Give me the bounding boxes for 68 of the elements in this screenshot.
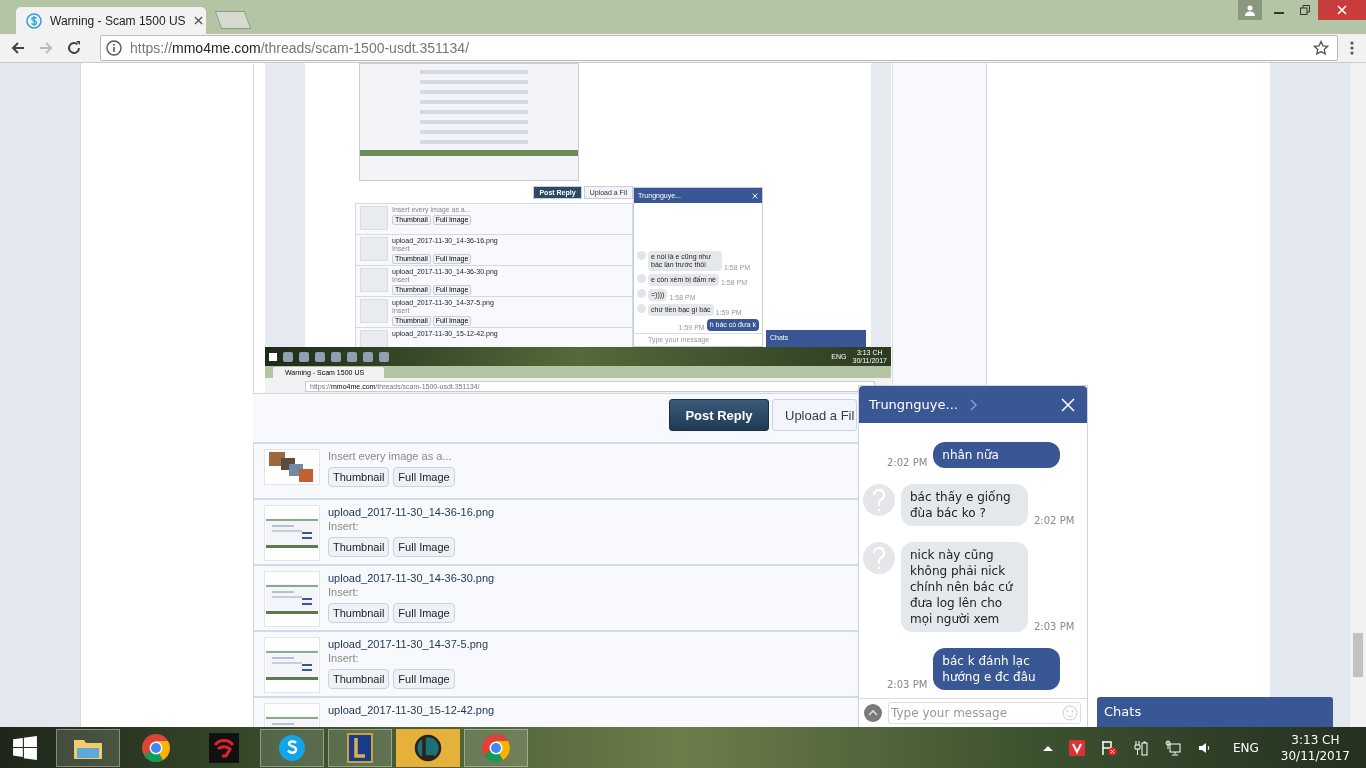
avatar-icon [637, 251, 646, 260]
insert-option-button[interactable]: Full Image [393, 669, 455, 689]
url-text: https://mmo4me.com/threads/scam-1500-usdt.351134/ [130, 40, 470, 56]
file-name-link[interactable]: upload_2017-11-30_14-37-5.png [328, 637, 489, 651]
insert-label: Insert: [328, 519, 360, 533]
chevron-up-icon[interactable] [1042, 744, 1053, 751]
chrome-icon[interactable] [464, 728, 528, 767]
message-field[interactable]: Type your message [888, 702, 1081, 724]
insert-option-button[interactable]: Thumbnail [328, 537, 390, 557]
back-icon[interactable] [10, 40, 26, 56]
chat-title[interactable]: Trungnguye... [869, 397, 958, 412]
address-bar[interactable]: https://mmo4me.com/threads/scam-1500-usdt.351134/ [100, 35, 1338, 61]
avatar-icon [863, 484, 895, 516]
language-indicator[interactable]: ENG [1232, 740, 1259, 755]
chats-bar[interactable]: Chats [1097, 697, 1333, 727]
message-bubble: bác thấy e giống đùa bác ko ? [901, 484, 1028, 526]
image-thumbnail [360, 268, 388, 292]
dollar-coin-icon [26, 12, 42, 29]
flag-error-icon[interactable] [1100, 739, 1117, 756]
v-shield-icon[interactable] [1068, 739, 1085, 756]
chevron-up-icon[interactable] [864, 704, 882, 722]
insert-label: Insert: [328, 651, 360, 665]
folder-icon[interactable] [56, 728, 120, 767]
insert-option-button[interactable]: Thumbnail [328, 467, 390, 487]
battery-plug-icon[interactable] [1132, 739, 1149, 756]
upload-button[interactable]: Upload a Fil [772, 399, 857, 431]
screenshot-thumbnail [264, 571, 320, 627]
message-time: 2:02 PM [1034, 515, 1075, 526]
insert-option-button[interactable]: Thumbnail [328, 603, 390, 623]
insert-option-button[interactable]: Thumbnail [328, 669, 390, 689]
insert-option-button[interactable]: Full Image [393, 467, 455, 487]
user-icon[interactable] [1238, 0, 1262, 20]
screenshot-thumbnail [264, 637, 320, 693]
insert-label: Insert: [328, 585, 360, 599]
star-icon[interactable] [1313, 40, 1329, 56]
image-thumbnail [360, 237, 388, 261]
message-time: 2:03 PM [1034, 621, 1075, 632]
windows-logo-icon[interactable] [269, 352, 277, 361]
file-name-link[interactable]: upload_2017-11-30_14-36-16.png [328, 505, 495, 519]
insert-option-button[interactable]: Full Image [393, 603, 455, 623]
screenshot-thumbnail [264, 505, 320, 561]
message-time: 2:02 PM [887, 457, 928, 468]
reload-icon[interactable] [66, 40, 82, 56]
close-icon[interactable] [193, 16, 203, 25]
image-thumbnail [360, 299, 388, 323]
file-name-link[interactable]: upload_2017-11-30_15-12-42.png [328, 703, 495, 717]
info-icon [106, 40, 122, 56]
network-icon[interactable] [1164, 739, 1181, 756]
image-thumbnail [360, 330, 388, 347]
l-shield-icon[interactable] [328, 728, 392, 767]
message-bubble: bác k đánh lạc hướng e đc đâu [933, 648, 1061, 690]
chevron-right-icon[interactable] [969, 398, 978, 411]
skype-icon[interactable] [260, 728, 324, 767]
post-reply-button[interactable]: Post Reply [669, 399, 769, 431]
clock[interactable]: 3:13 CH 30/11/2017 [1272, 731, 1366, 764]
message-input[interactable]: Type your message [889, 706, 1062, 720]
browser-tab[interactable]: Warning - Scam 1500 US [16, 7, 206, 34]
image-thumbnail [360, 206, 388, 230]
avatar-icon [863, 542, 895, 574]
insert-hint: Insert every image as a... [328, 449, 453, 463]
message-time: 2:03 PM [887, 679, 928, 690]
file-name-link[interactable]: upload_2017-11-30_14-36-30.png [328, 571, 495, 585]
windows-logo-icon[interactable] [12, 734, 38, 761]
message-bubble: nick này cũng không phải nick chính nên bác cứ đưa log lên cho mọi người xem [901, 542, 1028, 632]
message-bubble: nhân nữa [933, 442, 1061, 468]
insert-option-button[interactable]: Full Image [393, 537, 455, 557]
images-thumbnail [264, 449, 320, 485]
menu-icon[interactable] [1350, 40, 1354, 56]
